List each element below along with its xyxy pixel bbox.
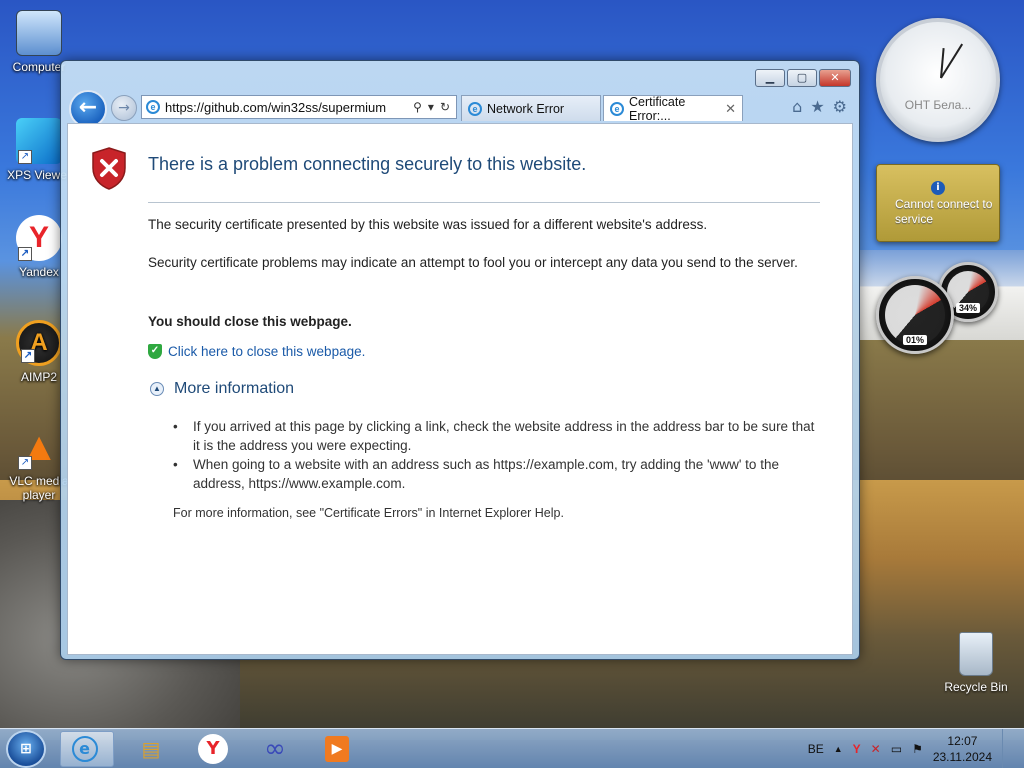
language-indicator[interactable]: BE [808,742,824,756]
shortcut-arrow-icon: ↗ [18,150,32,164]
taskbar-item-infinity[interactable]: ∞ [248,731,302,767]
vlc-cone-icon: ▲ ↗ [18,425,59,470]
home-icon[interactable]: ⌂ [792,97,802,116]
yandex-icon: Y [198,734,228,764]
close-tab-icon[interactable]: ✕ [725,101,736,117]
favorites-star-icon[interactable]: ★ [810,97,824,116]
xps-viewer-icon: ↗ [16,118,62,164]
ie-page-icon: e [146,100,160,114]
yandex-icon: Y ↗ [16,215,62,261]
shortcut-arrow-icon: ↗ [18,456,32,470]
media-player-icon: ▶ [325,736,349,762]
divider [148,202,820,203]
green-shield-icon: ✓ [148,344,162,359]
clock-gadget-label: ОНТ Бела... [904,98,972,112]
ram-meter-readout: 34% [955,303,981,313]
maximize-button[interactable]: ▢ [787,69,817,87]
list-item: When going to a website with an address … [173,455,823,493]
info-bullet-list: If you arrived at this page by clicking … [173,417,823,493]
desktop-icon-label: Recycle Bin [944,680,1008,694]
cpu-meter-gadget[interactable]: 01% [876,276,954,354]
recommendation-text: You should close this webpage. [148,314,352,329]
recycle-bin-icon [959,632,993,676]
page-content: There is a problem connecting securely t… [67,123,853,655]
taskbar-item-media-player[interactable]: ▶ [310,731,364,767]
show-desktop-button[interactable] [1002,729,1014,768]
minimize-button[interactable]: ▁ [755,69,785,87]
weather-gadget[interactable]: i Cannot connect to service [876,164,1000,242]
show-hidden-icons-icon[interactable]: ▲ [834,744,843,754]
navigation-bar: ← → e https://github.com/win32ss/supermi… [69,89,851,128]
tab-network-error[interactable]: e Network Error [461,95,601,121]
desktop-icon-recycle-bin[interactable]: Recycle Bin [940,632,1012,694]
taskbar-item-internet-explorer[interactable]: e [60,731,114,767]
taskbar: ⊞ e ▤ Y ∞ ▶ BE ▲ Y ✕ ▭ ⚑ 12:07 23.11.202… [0,728,1024,768]
certificate-issue-text: The security certificate presented by th… [148,217,708,232]
search-icon[interactable]: ⚲ [413,100,422,114]
cpu-meter-readout: 01% [902,335,928,345]
close-webpage-link[interactable]: ✓ Click here to close this webpage. [148,344,365,359]
collapse-icon[interactable]: ▲ [150,382,164,396]
weather-status-text: Cannot connect to service [895,197,993,226]
url-text[interactable]: https://github.com/win32ss/supermium [165,100,413,115]
window-caption-buttons: ▁ ▢ ✕ [755,69,851,87]
more-information-label[interactable]: More information [174,380,294,398]
tab-title: Network Error [487,101,565,116]
time-text: 12:07 [947,734,978,748]
error-shield-icon [92,147,126,190]
yandex-tray-icon[interactable]: Y [853,742,861,756]
folder-icon: ▤ [141,737,161,761]
page-title: There is a problem connecting securely t… [148,154,587,174]
desktop-icon-label: Yandex [19,265,59,279]
computer-icon [16,10,62,56]
aimp-icon: A ↗ [16,320,62,366]
taskbar-item-file-explorer[interactable]: ▤ [124,731,178,767]
start-button[interactable]: ⊞ [6,730,46,768]
dropdown-icon[interactable]: ▾ [428,100,434,114]
settings-gear-icon[interactable]: ⚙ [833,97,847,116]
more-information-toggle[interactable]: ▲ More information [150,380,294,398]
display-icon[interactable]: ▭ [891,742,902,756]
system-tray: BE ▲ Y ✕ ▭ ⚑ 12:07 23.11.2024 [808,729,1024,768]
close-window-button[interactable]: ✕ [819,69,851,87]
taskbar-item-yandex[interactable]: Y [186,731,240,767]
internet-explorer-window[interactable]: ▁ ▢ ✕ ← → e https://github.com/win32ss/s… [60,60,860,660]
shortcut-arrow-icon: ↗ [18,247,32,261]
help-note-text: For more information, see "Certificate E… [173,506,564,520]
infinity-icon: ∞ [264,734,286,764]
date-text: 23.11.2024 [932,750,992,764]
refresh-icon[interactable]: ↻ [440,100,450,114]
tab-certificate-error[interactable]: e Certificate Error:... ✕ [603,94,743,123]
ie-tab-icon: e [468,101,482,116]
shortcut-arrow-icon: ↗ [21,349,35,363]
browser-toolbar-icons: ⌂ ★ ⚙ [792,97,847,116]
clock-gadget[interactable]: ОНТ Бела... [876,18,1000,142]
desktop-icon-label: AIMP2 [20,370,57,384]
tab-title: Certificate Error:... [629,94,686,123]
internet-explorer-icon: e [71,736,98,762]
action-center-flag-icon[interactable]: ⚑ [912,742,923,756]
network-error-icon[interactable]: ✕ [871,742,881,756]
list-item: If you arrived at this page by clicking … [173,417,823,455]
address-bar[interactable]: e https://github.com/win32ss/supermium ⚲… [141,95,457,119]
desktop-icon-label: Computer [12,60,66,74]
close-link-text[interactable]: Click here to close this webpage. [168,344,365,359]
warning-text: Security certificate problems may indica… [148,255,798,270]
address-tools: ⚲ ▾ ↻ [413,100,456,114]
forward-button[interactable]: → [111,95,137,121]
taskbar-clock[interactable]: 12:07 23.11.2024 [933,733,992,765]
info-icon: i [931,181,945,195]
ie-tab-icon: e [610,101,624,116]
